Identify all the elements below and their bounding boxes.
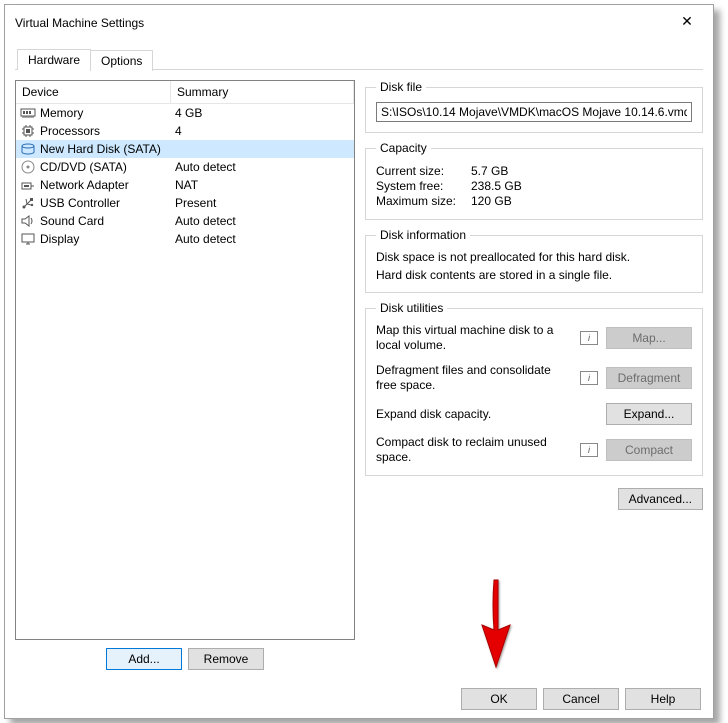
footer: OK Cancel Help xyxy=(5,680,713,718)
disk-info-legend: Disk information xyxy=(376,228,470,242)
list-row[interactable]: Network AdapterNAT xyxy=(16,176,354,194)
advanced-button[interactable]: Advanced... xyxy=(618,488,703,510)
map-row: Map this virtual machine disk to a local… xyxy=(376,323,692,353)
add-button[interactable]: Add... xyxy=(106,648,182,670)
right-panel: Disk file Capacity Current size:5.7 GB S… xyxy=(365,80,703,670)
device-summary: Present xyxy=(175,196,350,210)
disk-file-legend: Disk file xyxy=(376,80,426,94)
processors-icon xyxy=(20,123,36,139)
left-panel: Device Summary Memory4 GBProcessors4New … xyxy=(15,80,355,670)
list-row[interactable]: Processors4 xyxy=(16,122,354,140)
header-device[interactable]: Device xyxy=(16,81,171,103)
compact-row: Compact disk to reclaim unused space. i … xyxy=(376,435,692,465)
list-row[interactable]: New Hard Disk (SATA) xyxy=(16,140,354,158)
settings-window: Virtual Machine Settings ✕ Hardware Opti… xyxy=(4,4,714,719)
close-icon[interactable]: ✕ xyxy=(669,11,705,35)
device-summary: Auto detect xyxy=(175,160,350,174)
list-row[interactable]: DisplayAuto detect xyxy=(16,230,354,248)
disk-utilities-legend: Disk utilities xyxy=(376,301,447,315)
ok-button[interactable]: OK xyxy=(461,688,537,710)
tabs: Hardware Options xyxy=(17,49,703,70)
main: Device Summary Memory4 GBProcessors4New … xyxy=(15,70,703,670)
disk-info-line2: Hard disk contents are stored in a singl… xyxy=(376,268,692,282)
list-row[interactable]: Memory4 GB xyxy=(16,104,354,122)
left-buttons: Add... Remove xyxy=(15,648,355,670)
titlebar: Virtual Machine Settings ✕ xyxy=(5,5,713,41)
device-list[interactable]: Device Summary Memory4 GBProcessors4New … xyxy=(15,80,355,640)
disk-utilities-group: Disk utilities Map this virtual machine … xyxy=(365,301,703,476)
device-name: Network Adapter xyxy=(40,178,175,192)
disk-file-group: Disk file xyxy=(365,80,703,133)
device-summary: Auto detect xyxy=(175,214,350,228)
disk-file-path[interactable] xyxy=(376,102,692,122)
network-adapter-icon xyxy=(20,177,36,193)
map-desc: Map this virtual machine disk to a local… xyxy=(376,323,572,353)
device-name: New Hard Disk (SATA) xyxy=(40,142,175,156)
device-name: Processors xyxy=(40,124,175,138)
content: Hardware Options Device Summary Memory4 … xyxy=(5,41,713,680)
expand-button[interactable]: Expand... xyxy=(606,403,692,425)
device-name: CD/DVD (SATA) xyxy=(40,160,175,174)
device-name: Display xyxy=(40,232,175,246)
remove-button[interactable]: Remove xyxy=(188,648,264,670)
maximum-size-value: 120 GB xyxy=(471,194,512,208)
expand-desc: Expand disk capacity. xyxy=(376,407,572,422)
info-icon[interactable]: i xyxy=(580,331,598,345)
list-body: Memory4 GBProcessors4New Hard Disk (SATA… xyxy=(16,104,354,639)
device-summary: 4 xyxy=(175,124,350,138)
hard-disk-icon xyxy=(20,141,36,157)
list-row[interactable]: Sound CardAuto detect xyxy=(16,212,354,230)
device-name: Memory xyxy=(40,106,175,120)
tab-options[interactable]: Options xyxy=(90,50,153,71)
list-row[interactable]: USB ControllerPresent xyxy=(16,194,354,212)
display-icon xyxy=(20,231,36,247)
info-icon[interactable]: i xyxy=(580,371,598,385)
maximum-size-label: Maximum size: xyxy=(376,194,471,208)
device-summary: 4 GB xyxy=(175,106,350,120)
defrag-desc: Defragment files and consolidate free sp… xyxy=(376,363,572,393)
device-name: USB Controller xyxy=(40,196,175,210)
info-icon[interactable]: i xyxy=(580,443,598,457)
help-button[interactable]: Help xyxy=(625,688,701,710)
system-free-value: 238.5 GB xyxy=(471,179,522,193)
compact-button[interactable]: Compact xyxy=(606,439,692,461)
cd-dvd-icon xyxy=(20,159,36,175)
disk-info-group: Disk information Disk space is not preal… xyxy=(365,228,703,293)
device-name: Sound Card xyxy=(40,214,175,228)
advanced-row: Advanced... xyxy=(365,488,703,510)
defrag-row: Defragment files and consolidate free sp… xyxy=(376,363,692,393)
usb-controller-icon xyxy=(20,195,36,211)
capacity-legend: Capacity xyxy=(376,141,431,155)
map-button[interactable]: Map... xyxy=(606,327,692,349)
expand-row: Expand disk capacity. Expand... xyxy=(376,403,692,425)
device-summary: Auto detect xyxy=(175,232,350,246)
tab-hardware[interactable]: Hardware xyxy=(17,49,91,70)
list-header: Device Summary xyxy=(16,81,354,104)
compact-desc: Compact disk to reclaim unused space. xyxy=(376,435,572,465)
system-free-label: System free: xyxy=(376,179,471,193)
device-summary: NAT xyxy=(175,178,350,192)
header-summary[interactable]: Summary xyxy=(171,81,354,103)
list-row[interactable]: CD/DVD (SATA)Auto detect xyxy=(16,158,354,176)
capacity-group: Capacity Current size:5.7 GB System free… xyxy=(365,141,703,220)
memory-icon xyxy=(20,105,36,121)
sound-card-icon xyxy=(20,213,36,229)
cancel-button[interactable]: Cancel xyxy=(543,688,619,710)
disk-info-line1: Disk space is not preallocated for this … xyxy=(376,250,692,264)
defragment-button[interactable]: Defragment xyxy=(606,367,692,389)
current-size-label: Current size: xyxy=(376,164,471,178)
current-size-value: 5.7 GB xyxy=(471,164,508,178)
window-title: Virtual Machine Settings xyxy=(13,16,144,30)
